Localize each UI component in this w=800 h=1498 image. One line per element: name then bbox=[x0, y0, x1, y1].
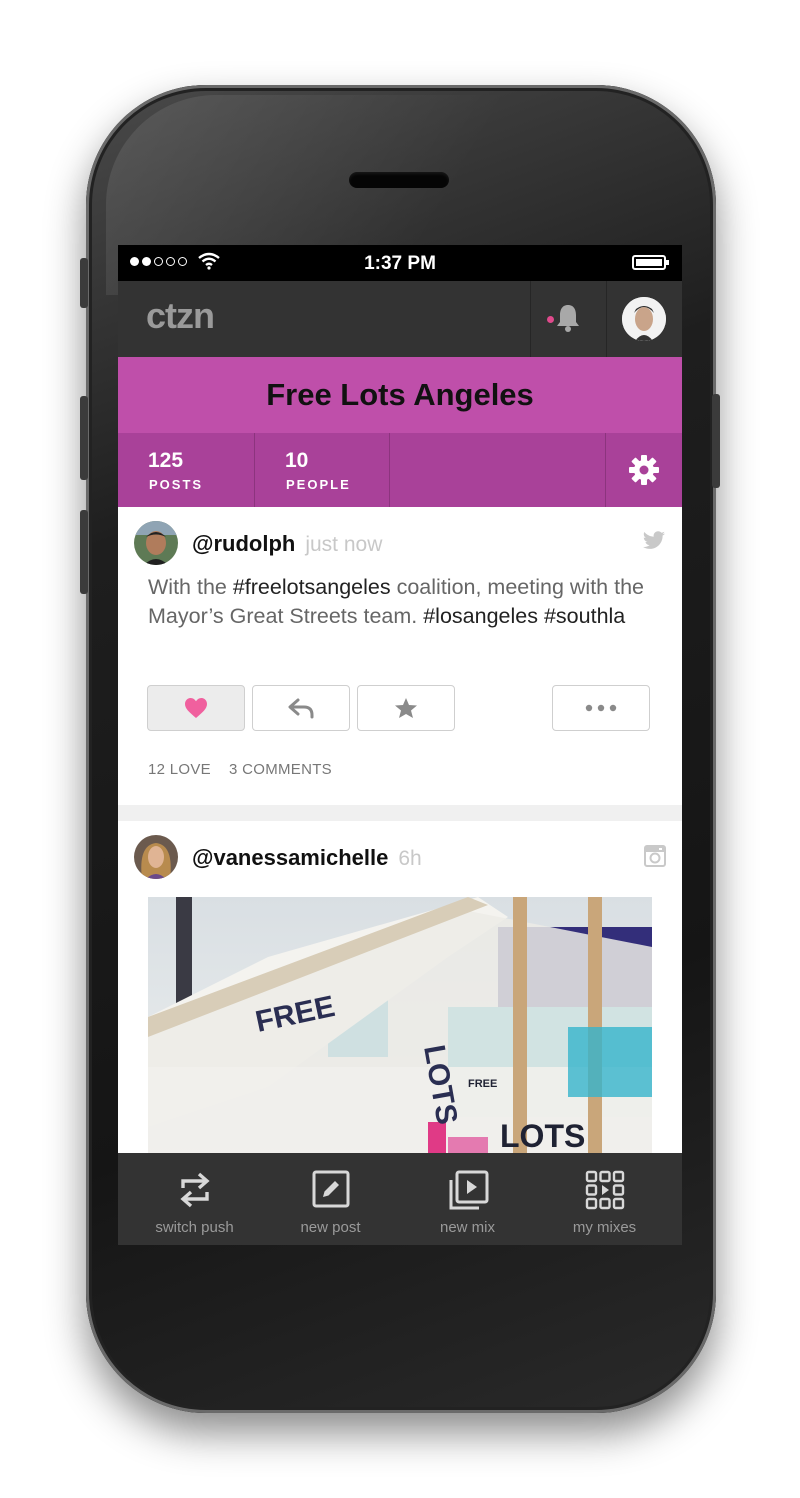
stat-people[interactable]: 10 PEOPLE bbox=[255, 433, 390, 507]
post-header: @rudolph just now bbox=[134, 521, 666, 567]
favorite-button[interactable] bbox=[357, 685, 455, 731]
stat-posts[interactable]: 125 POSTS bbox=[118, 433, 255, 507]
status-time: 1:37 PM bbox=[364, 253, 436, 274]
instagram-icon[interactable] bbox=[644, 845, 666, 867]
post-author-handle[interactable]: @vanessamichelle 6h bbox=[192, 845, 422, 871]
stat-people-value: 10 bbox=[285, 449, 309, 472]
post-author-avatar[interactable] bbox=[134, 521, 178, 565]
tab-switch-push[interactable]: switch push bbox=[124, 1153, 265, 1245]
post-timestamp: 6h bbox=[398, 847, 422, 870]
phone-screen: 1:37 PM ctzn Free Lots Angeles 125 POSTS… bbox=[118, 245, 682, 1245]
post-author-avatar[interactable] bbox=[134, 835, 178, 879]
grid-icon bbox=[585, 1170, 624, 1210]
photo-text-lots-2: LOTS bbox=[500, 1118, 585, 1153]
comment-count[interactable]: 3 COMMENTS bbox=[229, 761, 332, 778]
phone-speaker bbox=[349, 172, 449, 188]
post-header: @vanessamichelle 6h bbox=[134, 835, 666, 881]
post-card: @vanessamichelle 6h FREE LOTS LOTS FREE bbox=[118, 821, 682, 1153]
notification-dot bbox=[547, 316, 554, 323]
tab-new-mix-label: new mix bbox=[439, 1219, 495, 1236]
avatar bbox=[622, 297, 666, 341]
stat-posts-label: POSTS bbox=[149, 477, 204, 492]
tab-new-post[interactable]: new post bbox=[260, 1153, 401, 1245]
profile-button[interactable] bbox=[606, 281, 682, 357]
battery-icon bbox=[632, 255, 669, 270]
volume-down-button bbox=[80, 510, 88, 594]
heart-icon bbox=[185, 698, 207, 718]
reply-button[interactable] bbox=[252, 685, 350, 731]
love-button[interactable] bbox=[147, 685, 245, 731]
app-bar: ctzn bbox=[118, 281, 682, 357]
post-timestamp: just now bbox=[305, 533, 383, 556]
volume-up-button bbox=[80, 396, 88, 480]
star-icon bbox=[395, 698, 417, 718]
hashtag-link[interactable]: #losangeles bbox=[423, 604, 538, 628]
post-card: @rudolph just now With the #freelotsangel… bbox=[118, 507, 682, 805]
group-settings-button[interactable] bbox=[605, 433, 682, 507]
switch-icon bbox=[179, 1172, 210, 1208]
photo-text-free-2: FREE bbox=[468, 1078, 497, 1090]
power-button bbox=[712, 394, 720, 488]
more-icon bbox=[585, 704, 617, 712]
mute-switch bbox=[80, 258, 88, 308]
post-author-handle[interactable]: @rudolph just now bbox=[192, 531, 382, 557]
edit-icon bbox=[312, 1170, 349, 1208]
more-options-button[interactable] bbox=[552, 685, 650, 731]
stat-posts-value: 125 bbox=[148, 449, 184, 472]
love-count[interactable]: 12 LOVE bbox=[148, 761, 211, 778]
post-photo[interactable]: FREE LOTS LOTS FREE bbox=[148, 897, 652, 1153]
mix-icon bbox=[449, 1170, 488, 1210]
post-feed[interactable]: @rudolph just now With the #freelotsangel… bbox=[118, 507, 682, 1153]
hashtag-link[interactable]: #freelotsangeles bbox=[233, 575, 391, 599]
tab-new-post-label: new post bbox=[300, 1219, 361, 1236]
twitter-icon[interactable] bbox=[642, 531, 666, 551]
hashtag-link[interactable]: #southla bbox=[544, 604, 625, 628]
app-logo[interactable]: ctzn bbox=[146, 295, 215, 337]
reply-icon bbox=[288, 698, 314, 719]
gear-icon bbox=[629, 455, 659, 485]
post-body: With the #freelotsangeles coalition, mee… bbox=[148, 575, 644, 628]
stat-people-label: PEOPLE bbox=[286, 477, 351, 492]
group-stats-bar: 125 POSTS 10 PEOPLE bbox=[118, 433, 682, 507]
bottom-tab-bar: switch push new post new mix my mixes bbox=[118, 1153, 682, 1245]
notifications-button[interactable] bbox=[530, 281, 607, 357]
group-title: Free Lots Angeles bbox=[118, 357, 682, 433]
status-bar: 1:37 PM bbox=[118, 245, 682, 281]
tab-switch-push-label: switch push bbox=[155, 1219, 234, 1236]
tab-my-mixes[interactable]: my mixes bbox=[534, 1153, 675, 1245]
post-actions bbox=[147, 685, 654, 733]
post-engagement-counts: 12 LOVE 3 COMMENTS bbox=[148, 761, 350, 778]
bell-icon bbox=[557, 305, 579, 332]
tab-my-mixes-label: my mixes bbox=[572, 1219, 637, 1236]
tab-new-mix[interactable]: new mix bbox=[397, 1153, 538, 1245]
